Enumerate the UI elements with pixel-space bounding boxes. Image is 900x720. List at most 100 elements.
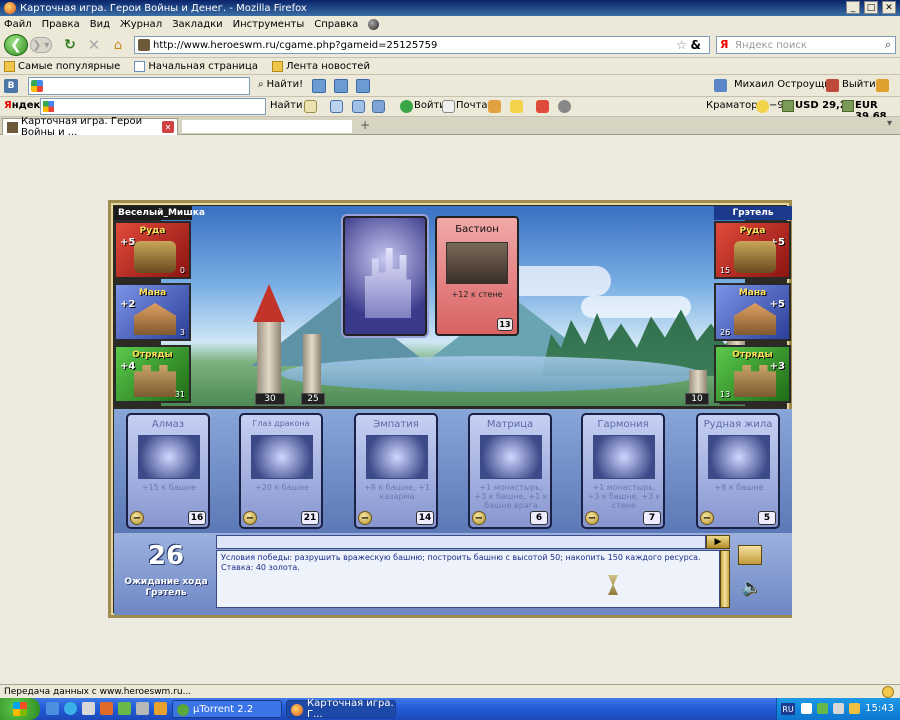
ie-icon[interactable] <box>64 702 77 715</box>
quicklaunch-icon[interactable] <box>46 702 59 715</box>
discard-button[interactable]: − <box>243 511 257 525</box>
tab-bar: Карточная игра. Герои Войны и ... ✕ + ▾ <box>0 116 900 138</box>
discard-button[interactable]: − <box>358 511 372 525</box>
taskbar-utorrent[interactable]: µTorrent 2.2 <box>172 700 282 718</box>
blank-tab[interactable] <box>182 120 352 133</box>
hand-card-ore-vein[interactable]: Рудная жила +8 к башне − 5 <box>696 413 780 529</box>
taskbar-firefox[interactable]: Карточная игра. Г... <box>286 698 396 720</box>
discard-button[interactable]: − <box>585 511 599 525</box>
discard-button[interactable]: − <box>130 511 144 525</box>
star-icon[interactable] <box>510 100 523 113</box>
visual-bookmarks-icon[interactable] <box>372 100 385 113</box>
hand-card-harmony[interactable]: Гармония +1 монастырь, +3 к башне, +3 к … <box>581 413 665 529</box>
tray-network-icon[interactable] <box>833 703 844 714</box>
stop-button[interactable]: ✕ <box>86 36 102 54</box>
yandex-search-input[interactable] <box>40 98 266 115</box>
tray-arrow-icon[interactable] <box>801 703 812 714</box>
exit-icon[interactable] <box>826 79 839 92</box>
utorrent-icon <box>177 704 189 716</box>
home-button[interactable]: ⌂ <box>110 37 126 53</box>
right-wall-height: 10 <box>685 393 709 405</box>
menu-tools[interactable]: Инструменты <box>233 19 305 30</box>
bookmark-news-feed[interactable]: Лента новостей <box>271 60 370 72</box>
ore-mine-icon <box>134 241 176 273</box>
yandex-find-button[interactable]: Найти <box>270 100 302 111</box>
vk-find-button[interactable]: ⌕ Найти! <box>258 79 303 90</box>
hand-card-dragon-eye[interactable]: Глаз дракона +20 к башне − 21 <box>239 413 323 529</box>
money-tool-icon[interactable] <box>536 100 549 113</box>
search-input[interactable]: Я Яндекс поиск ⌕ <box>716 36 896 54</box>
discard-button[interactable]: − <box>700 511 714 525</box>
turn-number: 26 <box>147 541 185 571</box>
reload-button[interactable]: ↻ <box>62 37 78 53</box>
app-icon[interactable] <box>118 702 131 715</box>
start-button[interactable] <box>0 698 40 720</box>
menu-history[interactable]: Журнал <box>120 19 162 30</box>
weather-tool-icon[interactable] <box>488 100 501 113</box>
tab-list-button[interactable]: ▾ <box>887 118 892 129</box>
chat-input[interactable] <box>216 535 706 549</box>
speech-bubble-icon[interactable] <box>304 100 317 113</box>
minimize-button[interactable]: _ <box>846 1 860 14</box>
matrix-icon <box>480 435 542 479</box>
vk-messages-icon[interactable] <box>714 79 727 92</box>
vk-tool-icon-2[interactable] <box>334 79 348 93</box>
firefox-icon <box>291 704 303 716</box>
system-tray: RU 15:43 <box>776 698 900 720</box>
played-card-cost: 13 <box>497 318 513 331</box>
search-icon[interactable]: ⌕ <box>885 38 891 52</box>
discard-button[interactable]: − <box>472 511 486 525</box>
ampersand-icon[interactable]: & <box>691 38 701 52</box>
left-tower-height: 30 <box>255 393 285 405</box>
tray-utorrent-icon[interactable] <box>817 703 828 714</box>
fortress-icon <box>446 242 508 284</box>
hand-card-empathy[interactable]: Эмпатия +8 к башне, +1 казарма − 14 <box>354 413 438 529</box>
media-icon[interactable] <box>100 702 113 715</box>
vk-tool-icon-1[interactable] <box>312 79 326 93</box>
app-icon[interactable] <box>154 702 167 715</box>
yandex-mail-button[interactable]: Почта <box>456 100 488 111</box>
tab-card-game[interactable]: Карточная игра. Герои Войны и ... ✕ <box>2 116 178 138</box>
close-window-button[interactable]: ✕ <box>882 1 896 14</box>
settings-gear-icon[interactable] <box>558 100 571 113</box>
tray-speaker-icon[interactable] <box>849 703 860 714</box>
menu-file[interactable]: Файл <box>4 19 32 30</box>
forward-button[interactable]: ❯ ▾ <box>30 37 52 53</box>
smiley-icon[interactable] <box>882 686 894 698</box>
sound-toggle[interactable]: 🔈 <box>740 577 762 596</box>
window-title-bar: Карточная игра. Герои Войны и Денег. - M… <box>0 0 900 16</box>
taskbar-clock[interactable]: 15:43 <box>865 703 894 714</box>
menu-view[interactable]: Вид <box>90 19 110 30</box>
vk-search-input[interactable] <box>28 77 250 95</box>
menu-bookmarks[interactable]: Закладки <box>172 19 223 30</box>
hand-card-matrix[interactable]: Матрица +1 монастырь, +3 к башне, +1 к б… <box>468 413 552 529</box>
left-mana-resource: Мана +2 3 <box>114 283 191 341</box>
bookmark-most-popular[interactable]: Самые популярные <box>4 60 120 72</box>
yandex-engine-icon[interactable]: Я <box>720 38 728 51</box>
maximize-button[interactable]: □ <box>864 1 878 14</box>
back-button[interactable]: ❮ <box>4 34 28 56</box>
menu-help[interactable]: Справка <box>314 19 358 30</box>
right-ore-resource: Руда +5 15 <box>714 221 791 279</box>
app-icon[interactable] <box>136 702 149 715</box>
language-indicator[interactable]: RU <box>781 703 795 715</box>
desktop-icon[interactable] <box>82 702 95 715</box>
url-bar[interactable]: http://www.heroeswm.ru/cgame.php?gameid=… <box>134 36 710 54</box>
exit-button[interactable]: Выйти <box>842 79 876 90</box>
vk-icon[interactable]: В <box>4 79 18 93</box>
translate-icon[interactable] <box>330 100 343 113</box>
new-tab-button[interactable]: + <box>360 118 370 132</box>
user-name[interactable]: Михаил Остроущко <box>734 79 836 90</box>
toolbar-bird-icon[interactable] <box>876 79 889 92</box>
bookmark-star-icon[interactable]: ☆ <box>676 38 687 52</box>
bookmark-start-page[interactable]: Начальная страница <box>134 60 258 72</box>
vk-tool-icon-3[interactable] <box>356 79 370 93</box>
bookmarks-icon[interactable] <box>352 100 365 113</box>
log-scrollbar[interactable] <box>720 550 730 608</box>
deck-button[interactable] <box>738 545 762 565</box>
menu-edit[interactable]: Правка <box>42 19 80 30</box>
played-card-description: +12 к стене <box>451 290 503 299</box>
hand-card-diamond[interactable]: Алмаз +15 к башне − 16 <box>126 413 210 529</box>
chat-send-button[interactable]: ▶ <box>706 535 730 549</box>
close-tab-icon[interactable]: ✕ <box>162 121 174 133</box>
